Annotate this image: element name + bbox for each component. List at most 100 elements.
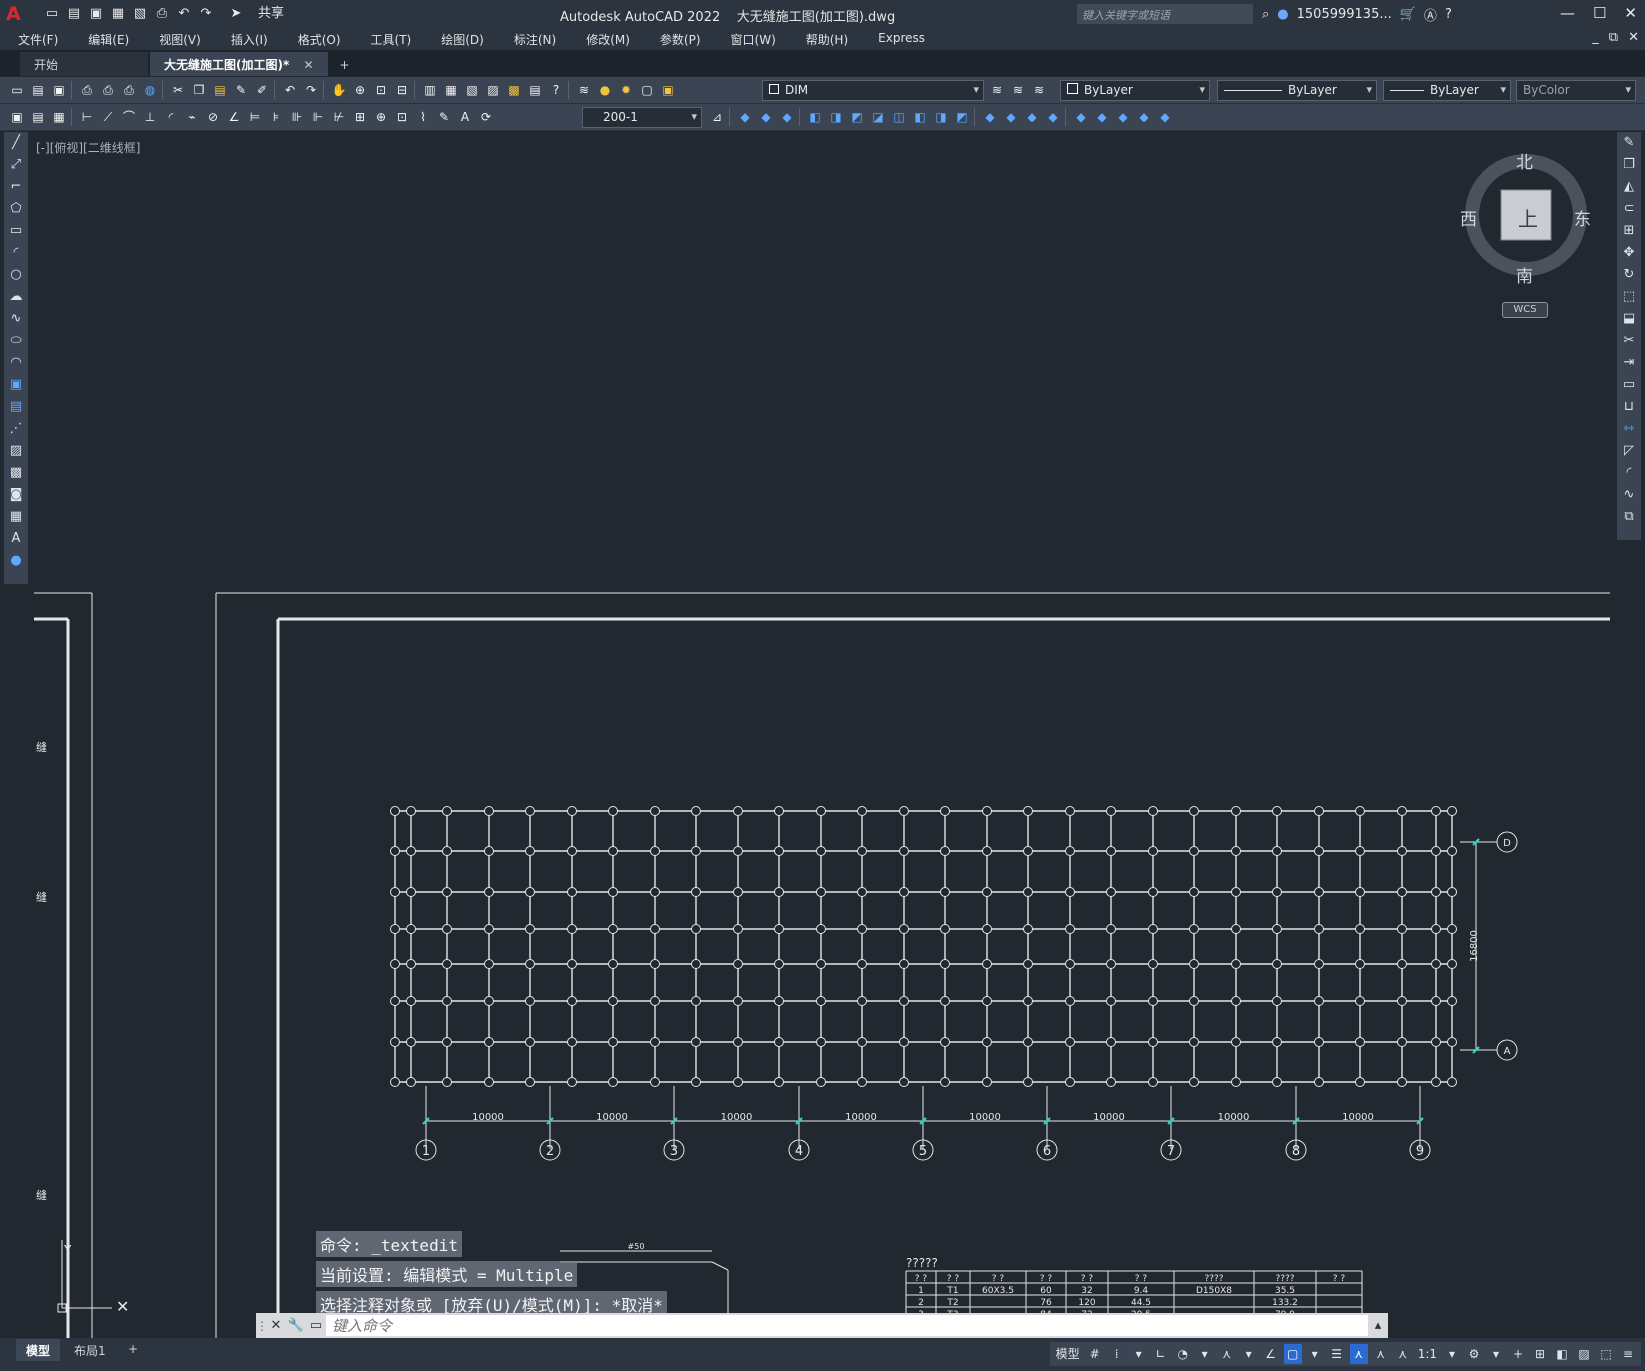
check-icon[interactable]: ◆ [1072, 108, 1090, 126]
object-snap-icon[interactable]: ▣ [8, 108, 26, 126]
solid-edit-icon[interactable]: ◆ [1093, 108, 1111, 126]
layer-previous-icon[interactable]: ≋ [1009, 81, 1027, 99]
color-dropdown[interactable]: ByLayer [1060, 80, 1210, 101]
extrude-faces-icon[interactable]: ◧ [806, 108, 824, 126]
osnap-dropdown-icon[interactable]: ▾ [1306, 1344, 1324, 1364]
join-icon[interactable]: ⇿ [1617, 418, 1641, 440]
copy-faces-icon[interactable]: ◨ [932, 108, 950, 126]
move-icon[interactable]: ✥ [1617, 242, 1641, 264]
snap-settings-icon[interactable]: ▤ [29, 108, 47, 126]
match-prop-icon[interactable]: ✎ [232, 81, 250, 99]
brush-icon[interactable]: ✐ [253, 81, 271, 99]
chamfer-icon[interactable]: ◸ [1617, 440, 1641, 462]
plot-icon[interactable]: ⎙ [154, 6, 170, 22]
menu-insert[interactable]: 插入(I) [213, 28, 280, 50]
rotate-faces-icon[interactable]: ◫ [890, 108, 908, 126]
polygon-icon[interactable]: ⬠ [4, 198, 28, 220]
layout-tab-model[interactable]: 模型 [16, 1339, 61, 1361]
layer-manager-icon[interactable]: ≋ [575, 81, 593, 99]
open-file-icon[interactable]: ▤ [29, 81, 47, 99]
polar-icon[interactable]: ◔ [1174, 1344, 1192, 1364]
print-icon[interactable]: ⎙ [78, 81, 96, 99]
gradient-icon[interactable]: ▩ [4, 462, 28, 484]
hatch-icon[interactable]: ▨ [4, 440, 28, 462]
menu-view[interactable]: 视图(V) [141, 28, 213, 50]
wcs-menu[interactable]: WCS [1502, 302, 1548, 318]
insert-block-icon[interactable]: ▣ [4, 374, 28, 396]
plotstyle-dropdown[interactable]: ByColor [1516, 80, 1636, 101]
revision-cloud-icon[interactable]: ☁ [4, 286, 28, 308]
taper-faces-icon[interactable]: ◧ [911, 108, 929, 126]
search-icon[interactable]: ⌕ [1262, 7, 1269, 22]
design-center-icon[interactable]: ▦ [442, 81, 460, 99]
layer-sun-icon[interactable]: ✹ [617, 81, 635, 99]
dim-style-dropdown[interactable]: 200-1 [582, 107, 702, 128]
radius-dim-icon[interactable]: ◜ [162, 108, 180, 126]
shell-icon[interactable]: ◆ [1044, 108, 1062, 126]
ordinate-icon[interactable]: ⊥ [141, 108, 159, 126]
share-label[interactable]: 共享 [258, 6, 284, 22]
save-icon[interactable]: ▣ [88, 6, 104, 22]
menu-edit[interactable]: 编辑(E) [70, 28, 141, 50]
tolerance-icon[interactable]: ⊞ [351, 108, 369, 126]
workspace-gear-icon[interactable]: ⚙ [1465, 1344, 1483, 1364]
tab-drawing[interactable]: 大无缝施工图(加工图)* ✕ [150, 52, 328, 76]
doc-minimize-icon[interactable]: _ [1592, 30, 1599, 45]
slice-icon[interactable]: ◆ [1114, 108, 1132, 126]
move-faces-icon[interactable]: ◨ [827, 108, 845, 126]
publish3d-icon[interactable]: ⎙ [120, 81, 138, 99]
add-selected-icon[interactable]: ● [4, 550, 28, 572]
menu-help[interactable]: 帮助(H) [788, 28, 860, 50]
viewcube[interactable]: 上 北 南 东 西 [1460, 148, 1592, 318]
mirror-icon[interactable]: ◭ [1617, 176, 1641, 198]
linetype-dropdown[interactable]: ByLayer [1217, 80, 1377, 101]
lineweight-dropdown[interactable]: ByLayer [1383, 80, 1511, 101]
layer-dropdown[interactable]: DIM [762, 80, 984, 101]
zoom-window-icon[interactable]: ⊡ [372, 81, 390, 99]
help-icon[interactable]: ? [1445, 7, 1452, 22]
menu-format[interactable]: 格式(O) [280, 28, 353, 50]
osnap-icon[interactable]: ▢ [1283, 1344, 1302, 1364]
viewport-controls[interactable]: [-][俯视][二维线框] [36, 139, 140, 156]
undo-icon[interactable]: ↶ [176, 6, 192, 22]
color-faces-icon[interactable]: ◩ [953, 108, 971, 126]
markup-icon[interactable]: ▩ [505, 81, 523, 99]
compass-north[interactable]: 北 [1516, 148, 1533, 173]
compass-west[interactable]: 西 [1460, 205, 1477, 230]
qnew-icon[interactable]: ▭ [8, 81, 26, 99]
menu-window[interactable]: 窗口(W) [713, 28, 788, 50]
doc-restore-icon[interactable]: ⧉ [1609, 30, 1618, 45]
ortho-icon[interactable]: ∟ [1152, 1344, 1170, 1364]
doc-close-icon[interactable]: ✕ [1628, 30, 1639, 45]
save-file-icon[interactable]: ▣ [50, 81, 68, 99]
extend-icon[interactable]: ⇥ [1617, 352, 1641, 374]
continue-icon[interactable]: ⊪ [288, 108, 306, 126]
union-icon[interactable]: ◆ [736, 108, 754, 126]
undo-tool-icon[interactable]: ↶ [281, 81, 299, 99]
cart-icon[interactable]: 🛒 [1400, 7, 1416, 22]
jogged-icon[interactable]: ⌁ [183, 108, 201, 126]
menu-file[interactable]: 文件(F) [0, 28, 70, 50]
diameter-dim-icon[interactable]: ⊘ [204, 108, 222, 126]
array-icon[interactable]: ⊞ [1617, 220, 1641, 242]
auto-scale-icon[interactable]: ⋏ [1372, 1344, 1390, 1364]
dim-text-edit-icon[interactable]: A [456, 108, 474, 126]
blend-curves-icon[interactable]: ∿ [1617, 484, 1641, 506]
command-close-icon[interactable]: ✕ [266, 1318, 286, 1333]
arc-icon[interactable]: ◜ [4, 242, 28, 264]
open-icon[interactable]: ▤ [66, 6, 82, 22]
user-account[interactable]: ⌕ ● 1505999135... 🛒 Ⓐ ? [1262, 5, 1452, 24]
ellipse-arc-icon[interactable]: ◠ [4, 352, 28, 374]
ellipse-icon[interactable]: ⬭ [4, 330, 28, 352]
line-icon[interactable]: ╱ [4, 132, 28, 154]
close-icon[interactable]: ✕ [1624, 4, 1637, 22]
calculator-icon[interactable]: ▤ [526, 81, 544, 99]
trim-icon[interactable]: ✂ [1617, 330, 1641, 352]
clean-icon[interactable]: ◆ [1002, 108, 1020, 126]
stretch-icon[interactable]: ⬓ [1617, 308, 1641, 330]
tab-start[interactable]: 开始 [20, 52, 148, 76]
paste-icon[interactable]: ▤ [211, 81, 229, 99]
center-mark-icon[interactable]: ⊕ [372, 108, 390, 126]
polyline-icon[interactable]: ⌐ [4, 176, 28, 198]
inspect-icon[interactable]: ⊡ [393, 108, 411, 126]
